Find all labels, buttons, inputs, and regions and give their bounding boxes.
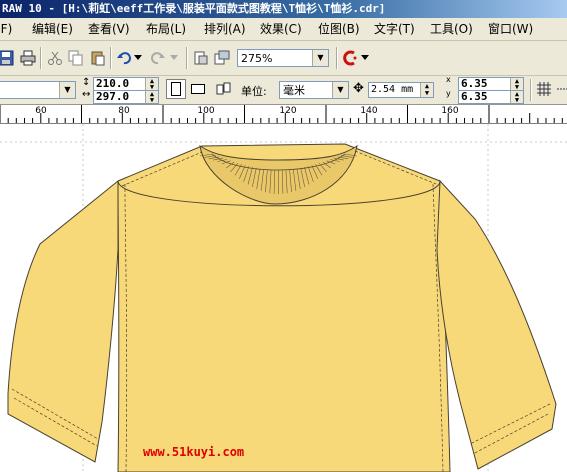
paper-size-combo[interactable]: ▼ xyxy=(0,81,76,99)
launch-dropdown-icon[interactable] xyxy=(359,48,371,68)
undo-icon[interactable] xyxy=(114,48,134,68)
page-height-value: 297.0 xyxy=(96,90,130,103)
duplicate-y-value: 6.35 xyxy=(461,90,488,103)
t-shirt-body[interactable] xyxy=(117,180,451,472)
toolbar-separator xyxy=(530,79,532,101)
landscape-button[interactable] xyxy=(188,79,208,99)
t-shirt-drawing[interactable] xyxy=(7,143,557,472)
paste-icon[interactable] xyxy=(88,48,108,68)
nudge-distance-value: 2.54 mm xyxy=(371,84,414,95)
ruler-label: 60 xyxy=(35,106,47,116)
units-combo[interactable]: 毫米 ▼ xyxy=(279,81,349,99)
spinner-arrows-icon[interactable]: ▲ ▼ xyxy=(145,78,158,91)
toolbar-separator xyxy=(186,47,188,69)
menu-effects[interactable]: 效果(C) xyxy=(260,21,302,37)
save-icon[interactable] xyxy=(0,48,16,68)
toolbar-separator xyxy=(40,47,42,69)
page-width-value: 210.0 xyxy=(96,77,130,90)
width-icon: ↕ xyxy=(82,77,91,88)
cut-icon[interactable] xyxy=(45,48,65,68)
corel-launch-icon[interactable] xyxy=(341,48,361,68)
t-shirt-right-sleeve[interactable] xyxy=(436,179,557,470)
menu-file[interactable]: (F) xyxy=(0,21,12,37)
menu-arrange[interactable]: 排列(A) xyxy=(204,21,246,37)
zoom-level-value: 275% xyxy=(241,52,273,65)
menu-tools[interactable]: 工具(O) xyxy=(430,21,473,37)
t-shirt-left-sleeve[interactable] xyxy=(7,179,119,463)
portrait-button[interactable] xyxy=(166,79,186,99)
page-height-field[interactable]: 297.0 ▲ ▼ xyxy=(93,90,159,104)
page-width-field[interactable]: 210.0 ▲ ▼ xyxy=(93,77,159,91)
menu-bitmaps[interactable]: 位图(B) xyxy=(318,21,360,37)
toolbar-separator xyxy=(336,47,338,69)
watermark-text: www.51kuyi.com xyxy=(143,445,245,459)
spinner-arrows-icon[interactable]: ▲ ▼ xyxy=(420,83,433,97)
horizontal-ruler[interactable]: 60 80 100 120 140 160 xyxy=(0,105,567,124)
duplicate-distance-x-field[interactable]: 6.35 ▲ ▼ xyxy=(458,77,524,91)
nudge-icon: ✥ xyxy=(353,81,364,96)
property-bar: ▼ ↕ ↔ 210.0 ▲ ▼ 297.0 ▲ ▼ 单位: 毫米 ▼ ✥ 2.54 … xyxy=(0,75,567,105)
chevron-down-icon[interactable]: ▼ xyxy=(312,50,328,66)
spinner-arrows-icon[interactable]: ▲ ▼ xyxy=(510,91,523,104)
ruler-label: 80 xyxy=(118,106,130,116)
ruler-label: 100 xyxy=(197,106,215,116)
print-icon[interactable] xyxy=(18,48,38,68)
ruler-label: 140 xyxy=(360,106,378,116)
window-title: RAW 10 - [H:\莉虹\eeff工作录\服装平面款式图教程\T恤衫\T恤… xyxy=(2,2,386,15)
menu-window[interactable]: 窗口(W) xyxy=(488,21,533,37)
dup-x-label: x xyxy=(446,75,451,84)
ruler-label: 120 xyxy=(279,106,297,116)
chevron-down-icon[interactable]: ▼ xyxy=(332,82,348,98)
dup-y-label: y xyxy=(446,89,451,98)
standard-toolbar: 275% ▼ xyxy=(0,41,567,76)
drawing-canvas[interactable] xyxy=(0,124,567,472)
zoom-level-combo[interactable]: 275% ▼ xyxy=(237,49,329,67)
menu-view[interactable]: 查看(V) xyxy=(88,21,130,37)
units-value: 毫米 xyxy=(283,84,305,97)
copy-icon[interactable] xyxy=(66,48,86,68)
import-icon[interactable] xyxy=(191,48,211,68)
height-icon: ↔ xyxy=(82,89,91,100)
units-label: 单位: xyxy=(241,85,267,98)
ruler-label: 160 xyxy=(441,106,459,116)
menu-edit[interactable]: 编辑(E) xyxy=(32,21,73,37)
redo-dropdown-icon[interactable] xyxy=(168,48,180,68)
nudge-distance-field[interactable]: 2.54 mm ▲ ▼ xyxy=(368,82,434,98)
duplicate-distance-y-field[interactable]: 6.35 ▲ ▼ xyxy=(458,90,524,104)
spinner-arrows-icon[interactable]: ▲ ▼ xyxy=(510,78,523,91)
menu-bar: (F) 编辑(E) 查看(V) 布局(L) 排列(A) 效果(C) 位图(B) … xyxy=(0,18,567,41)
undo-dropdown-icon[interactable] xyxy=(132,48,144,68)
redo-icon[interactable] xyxy=(148,48,168,68)
toolbar-separator xyxy=(110,47,112,69)
page-layout-button[interactable] xyxy=(214,79,234,99)
snap-to-grid-icon[interactable] xyxy=(534,79,554,99)
menu-layout[interactable]: 布局(L) xyxy=(146,21,186,37)
menu-text[interactable]: 文字(T) xyxy=(374,21,415,37)
spinner-arrows-icon[interactable]: ▲ ▼ xyxy=(145,91,158,104)
duplicate-x-value: 6.35 xyxy=(461,77,488,90)
snap-to-guides-icon[interactable] xyxy=(554,79,567,99)
chevron-down-icon[interactable]: ▼ xyxy=(59,82,75,98)
window-title-bar: RAW 10 - [H:\莉虹\eeff工作录\服装平面款式图教程\T恤衫\T恤… xyxy=(0,0,567,18)
export-icon[interactable] xyxy=(212,48,232,68)
